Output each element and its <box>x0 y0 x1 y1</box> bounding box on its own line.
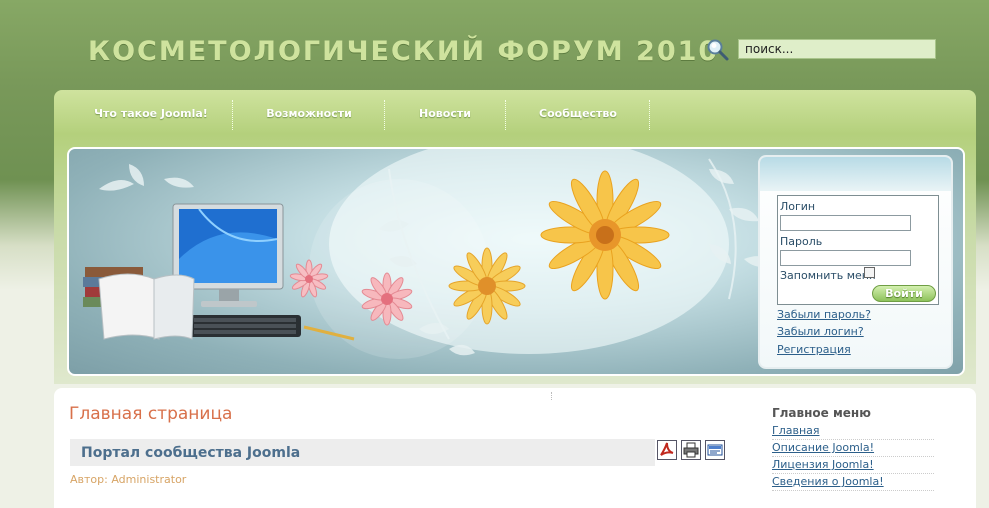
nav-separator <box>384 100 385 130</box>
menu-item-joomla-license[interactable]: Лицензия Joomla! <box>772 458 874 471</box>
forgot-password-link[interactable]: Забыли пароль? <box>777 308 871 321</box>
register-link[interactable]: Регистрация <box>777 343 851 356</box>
login-module: Логин Пароль Запомнить меня Войти Забыли… <box>758 155 953 369</box>
nav-item-features[interactable]: Возможности <box>234 90 384 134</box>
username-label: Логин <box>780 200 816 213</box>
main-menu-title: Главное меню <box>772 406 871 420</box>
email-icon[interactable] <box>705 440 725 460</box>
username-input[interactable] <box>780 215 911 231</box>
remember-checkbox[interactable] <box>864 267 875 278</box>
search-icon[interactable] <box>706 38 730 62</box>
menu-separator <box>772 473 934 474</box>
menu-item-joomla-info[interactable]: Сведения о Joomla! <box>772 475 884 488</box>
nav-item-news[interactable]: Новости <box>386 90 504 134</box>
print-icon[interactable] <box>681 440 701 460</box>
menu-item-joomla-overview[interactable]: Описание Joomla! <box>772 441 874 454</box>
nav-item-what-is-joomla[interactable]: Что такое Joomla! <box>72 90 230 134</box>
nav-separator <box>505 100 506 130</box>
remember-label: Запомнить меня <box>780 269 876 282</box>
menu-separator <box>772 439 934 440</box>
main-nav: Что такое Joomla! Возможности Новости Со… <box>54 90 976 134</box>
article-author: Автор: Administrator <box>70 473 187 486</box>
menu-separator <box>772 490 934 491</box>
content-divider <box>551 392 552 400</box>
forgot-username-link[interactable]: Забыли логин? <box>777 325 864 338</box>
page-title: Главная страница <box>69 404 233 424</box>
nav-separator <box>232 100 233 130</box>
menu-separator <box>772 456 934 457</box>
site-title: КОСМЕТОЛОГИЧЕСКИЙ ФОРУМ 2010 <box>88 36 720 67</box>
password-input[interactable] <box>780 250 911 266</box>
article-title[interactable]: Портал сообщества Joomla <box>81 445 300 461</box>
password-label: Пароль <box>780 235 823 248</box>
login-form: Логин Пароль Запомнить меня Войти <box>777 195 939 305</box>
nav-item-community[interactable]: Сообщество <box>507 90 649 134</box>
menu-item-home[interactable]: Главная <box>772 424 820 437</box>
login-header <box>760 157 951 191</box>
login-submit-button[interactable]: Войти <box>872 285 936 302</box>
pdf-icon[interactable] <box>657 440 677 460</box>
search-input[interactable] <box>738 39 936 59</box>
nav-separator <box>649 100 650 130</box>
